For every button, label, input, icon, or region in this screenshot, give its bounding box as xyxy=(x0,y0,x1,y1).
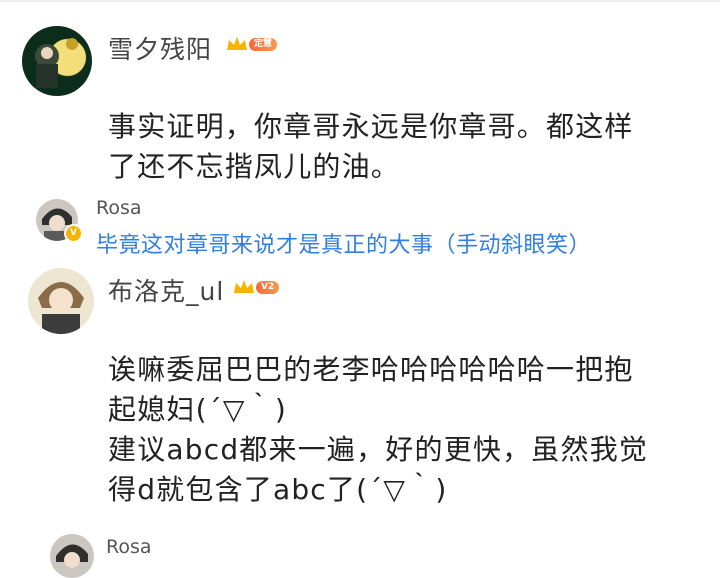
comment-line: 诶嘛委屈巴巴的老李哈哈哈哈哈哈一把抱 xyxy=(108,353,634,386)
vip-badge: V2 xyxy=(233,279,280,295)
username[interactable]: 雪夕残阳 xyxy=(108,30,212,66)
comment-line: 得d就包含了abc了(´▽｀) xyxy=(108,473,448,506)
reply-avatar-art xyxy=(56,544,88,568)
comment-line: 了还不忘揩凤儿的油。 xyxy=(108,150,401,183)
username[interactable]: 布洛克_ul xyxy=(108,272,224,308)
reply-username[interactable]: Rosa xyxy=(106,536,152,558)
reply-username[interactable]: Rosa xyxy=(96,197,142,219)
reply-avatar[interactable] xyxy=(50,534,94,578)
reply-text: 毕竟这对章哥来说才是真正的大事（手动斜眼笑） xyxy=(96,233,592,258)
comment-line: 事实证明，你章哥永远是你章哥。都这样 xyxy=(108,110,634,143)
comment-line: 建议abcd都来一遍，好的更快，虽然我觉 xyxy=(108,433,649,466)
level-badge: V2 xyxy=(256,280,280,294)
avatar[interactable] xyxy=(28,268,94,334)
crown-icon xyxy=(234,280,254,293)
avatar-art xyxy=(38,282,84,334)
top-divider xyxy=(0,0,720,2)
avatar-art xyxy=(35,38,78,88)
comment-line: 起媳妇(´▽｀) xyxy=(108,393,287,426)
avatar[interactable] xyxy=(22,26,92,96)
verified-badge-icon: V xyxy=(64,224,83,243)
comment-text: 事实证明，你章哥永远是你章哥。都这样 了还不忘揩凤儿的油。 xyxy=(108,107,634,187)
vip-badge: 定慧 xyxy=(226,36,278,52)
crown-icon xyxy=(227,37,247,50)
level-badge: 定慧 xyxy=(249,37,278,51)
comment-text: 诶嘛委屈巴巴的老李哈哈哈哈哈哈一把抱 起媳妇(´▽｀) 建议abcd都来一遍，好… xyxy=(108,350,648,510)
